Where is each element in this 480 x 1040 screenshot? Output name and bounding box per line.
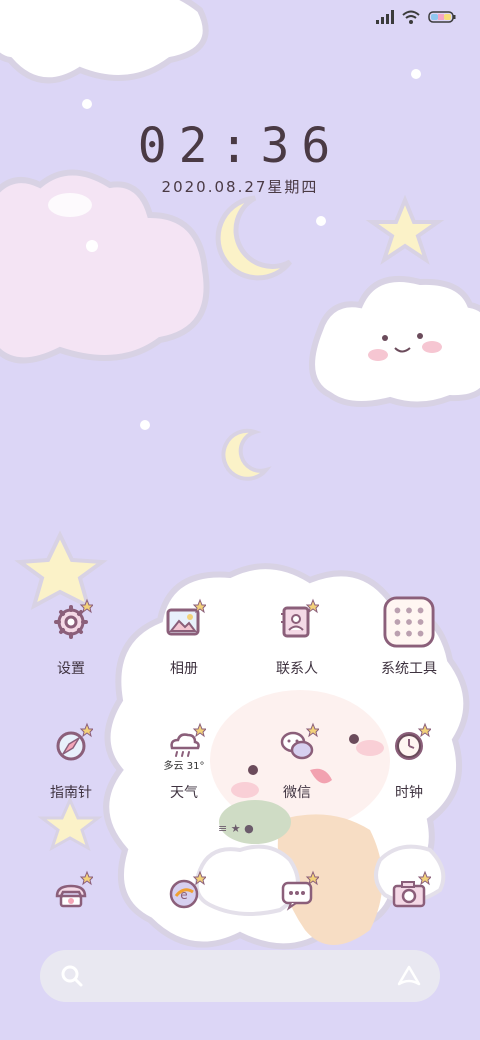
- phone-icon: [47, 868, 95, 916]
- gear-icon: [47, 596, 95, 644]
- app-label: 天气: [170, 785, 198, 801]
- cloud-pink: [0, 169, 210, 364]
- app-compass[interactable]: 指南针: [16, 720, 126, 802]
- dock-messages[interactable]: [242, 868, 352, 916]
- app-gallery[interactable]: 相册: [129, 596, 239, 678]
- star-bottom-left: [37, 796, 103, 852]
- weather-icon: 多云 31°: [160, 720, 208, 772]
- sparkle: [316, 216, 326, 226]
- app-wechat[interactable]: 微信: [242, 720, 352, 802]
- moon-large: [215, 195, 292, 281]
- weather-badge: 多云 31°: [163, 761, 205, 772]
- wifi-icon: [402, 10, 420, 24]
- app-label: 相册: [170, 661, 198, 677]
- page-indicator[interactable]: ≡ ★ ●: [218, 822, 254, 835]
- moon-small: [221, 428, 272, 481]
- app-system-tools-folder[interactable]: 系统工具: [354, 596, 464, 678]
- app-label: 联系人: [276, 661, 318, 677]
- search-bar[interactable]: [40, 950, 440, 1002]
- app-settings[interactable]: 设置: [16, 596, 126, 678]
- app-weather[interactable]: 多云 31° 天气: [129, 720, 239, 802]
- app-label: 时钟: [395, 785, 423, 801]
- lockscreen-time: 02:36: [137, 118, 343, 174]
- signal-icon: [376, 10, 394, 24]
- app-label: 设置: [57, 661, 85, 677]
- app-label: 指南针: [50, 785, 92, 801]
- wechat-icon: [273, 720, 321, 768]
- clock-icon: [385, 720, 433, 768]
- app-label: 微信: [283, 785, 311, 801]
- sparkle: [140, 420, 150, 430]
- gallery-icon: [160, 596, 208, 644]
- assistant-icon[interactable]: [396, 964, 422, 988]
- app-contacts[interactable]: 联系人: [242, 596, 352, 678]
- app-label: 系统工具: [381, 661, 437, 677]
- sparkle: [82, 99, 92, 109]
- svg-text:e: e: [180, 888, 187, 902]
- contacts-icon: [273, 596, 321, 644]
- star-top-right: [365, 194, 445, 265]
- lockscreen-date: 2020.08.27星期四: [161, 178, 319, 196]
- compass-icon: [47, 720, 95, 768]
- messages-icon: [273, 868, 321, 916]
- system-tools-folder-icon: [383, 596, 435, 648]
- dock-phone[interactable]: [16, 868, 126, 916]
- search-icon[interactable]: [60, 964, 84, 988]
- status-bar: [376, 10, 456, 24]
- app-clock[interactable]: 时钟: [354, 720, 464, 802]
- dock-camera[interactable]: [354, 868, 464, 916]
- home-screen: 02:36 2020.08.27星期四 设置 相册 联系人 系统工具 指南针 多…: [0, 0, 480, 1040]
- cloud-smiling: [309, 275, 480, 408]
- sparkle: [411, 69, 421, 79]
- browser-icon: e: [160, 868, 208, 916]
- dock-browser[interactable]: e: [129, 868, 239, 916]
- cloud-top-left: [0, 0, 209, 84]
- camera-icon: [385, 868, 433, 916]
- battery-icon: [428, 11, 456, 23]
